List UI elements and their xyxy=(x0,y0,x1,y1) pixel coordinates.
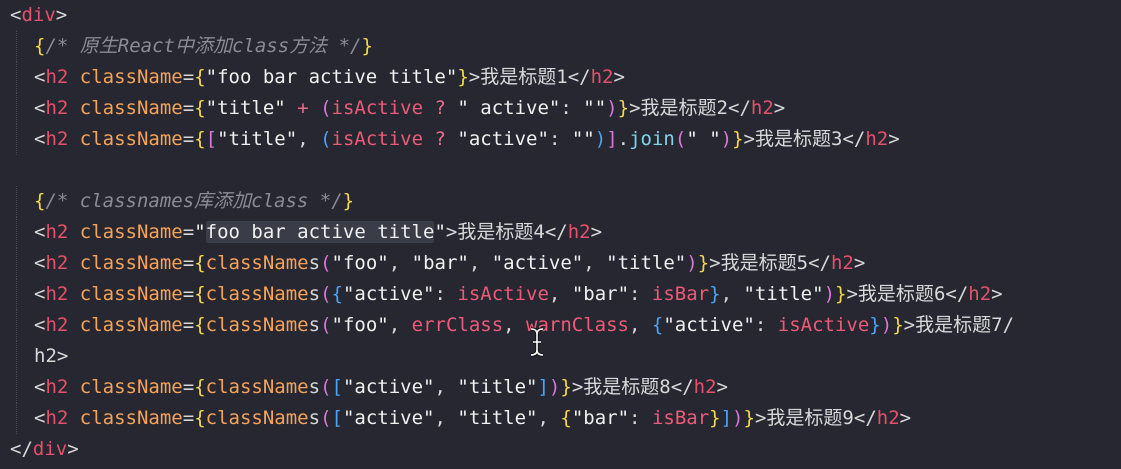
code-text: h2> xyxy=(34,345,69,367)
indent-guide xyxy=(16,217,17,248)
code-text: <h2 className={classNames("foo", "bar", … xyxy=(34,252,866,274)
indent-guide xyxy=(16,124,17,155)
code-line[interactable]: <h2 className={classNames(["active", "ti… xyxy=(0,403,1121,434)
code-line[interactable]: <h2 className={classNames("foo", errClas… xyxy=(0,310,1121,341)
code-line[interactable]: h2> xyxy=(0,341,1121,372)
code-text: <div> xyxy=(10,4,68,26)
code-text: <h2 className={classNames({"active": isA… xyxy=(34,283,1003,305)
indent-guide xyxy=(16,372,17,403)
code-line[interactable] xyxy=(0,155,1121,186)
code-line[interactable]: {/* 原生React中添加class方法 */} xyxy=(0,31,1121,62)
text-cursor-icon xyxy=(527,326,547,358)
code-line[interactable]: {/* classnames库添加class */} xyxy=(0,186,1121,217)
indent-guide xyxy=(16,186,17,217)
indent-guide xyxy=(16,62,17,93)
code-text: <h2 className={classNames(["active", "ti… xyxy=(34,376,728,398)
code-editor[interactable]: <div> {/* 原生React中添加class方法 */} <h2 classN… xyxy=(0,0,1121,469)
code-text: <h2 className={classNames("foo", errClas… xyxy=(34,314,1015,336)
code-line[interactable]: <h2 className="foo bar active title">我是标… xyxy=(0,217,1121,248)
code-text: </div> xyxy=(10,438,79,460)
indent-guide xyxy=(16,310,17,341)
code-text: <h2 className="foo bar active title">我是标… xyxy=(34,221,603,243)
code-text: {/* 原生React中添加class方法 */} xyxy=(34,35,373,57)
code-line[interactable]: <h2 className={classNames(["active", "ti… xyxy=(0,372,1121,403)
code-line[interactable]: <h2 className={"title" + (isActive ? " a… xyxy=(0,93,1121,124)
code-line[interactable]: <h2 className={classNames({"active": isA… xyxy=(0,279,1121,310)
code-text: <h2 className={"title" + (isActive ? " a… xyxy=(34,97,786,119)
code-line[interactable]: <h2 className={"foo bar active title"}>我… xyxy=(0,62,1121,93)
indent-guide xyxy=(16,248,17,279)
code-text: <h2 className={["title", (isActive ? "ac… xyxy=(34,128,900,150)
code-text: <h2 className={classNames(["active", "ti… xyxy=(34,407,912,429)
indent-guide xyxy=(16,403,17,434)
code-line[interactable]: </div> xyxy=(0,434,1121,465)
indent-guide xyxy=(16,31,17,62)
code-text: {/* classnames库添加class */} xyxy=(34,190,355,212)
indent-guide xyxy=(16,341,17,372)
indent-guide xyxy=(16,93,17,124)
code-line[interactable]: <div> xyxy=(0,0,1121,31)
code-line[interactable]: <h2 className={["title", (isActive ? "ac… xyxy=(0,124,1121,155)
code-line[interactable]: <h2 className={classNames("foo", "bar", … xyxy=(0,248,1121,279)
code-text: <h2 className={"foo bar active title"}>我… xyxy=(34,66,625,88)
indent-guide xyxy=(16,279,17,310)
